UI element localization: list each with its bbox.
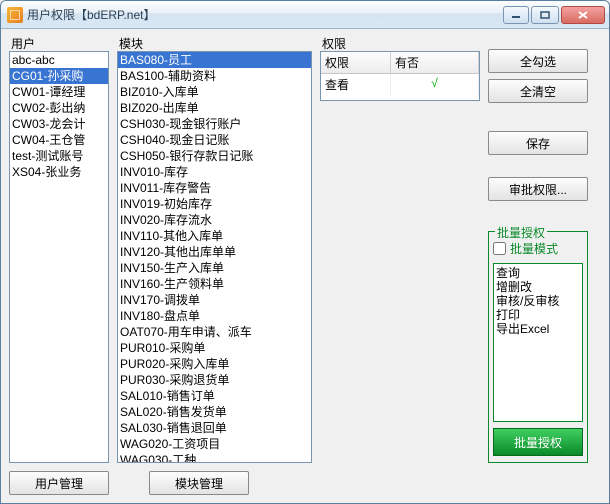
user-item[interactable]: test-测试账号 (10, 148, 108, 164)
module-mgmt-button[interactable]: 模块管理 (149, 471, 249, 495)
module-item[interactable]: BIZ010-入库单 (118, 84, 311, 100)
module-item[interactable]: INV160-生产领料单 (118, 276, 311, 292)
module-item[interactable]: BIZ020-出库单 (118, 100, 311, 116)
user-item[interactable]: CW02-彭出纳 (10, 100, 108, 116)
close-button[interactable] (561, 6, 605, 24)
module-item[interactable]: INV010-库存 (118, 164, 311, 180)
module-item[interactable]: PUR010-采购单 (118, 340, 311, 356)
maximize-button[interactable] (531, 6, 559, 24)
batch-group-title: 批量授权 (495, 224, 547, 241)
user-item[interactable]: XS04-张业务 (10, 164, 108, 180)
user-item[interactable]: abc-abc (10, 52, 108, 68)
permissions-column: 权限 权限 有否 查看 √ (320, 35, 480, 463)
module-item[interactable]: INV180-盘点单 (118, 308, 311, 324)
user-item[interactable]: CG01-孙采购 (10, 68, 108, 84)
module-item[interactable]: CSH040-现金日记账 (118, 132, 311, 148)
app-icon (7, 7, 23, 23)
users-list[interactable]: abc-abcCG01-孙采购CW01-谭经理CW02-彭出纳CW03-龙会计C… (9, 51, 109, 463)
client-area: 用户 abc-abcCG01-孙采购CW01-谭经理CW02-彭出纳CW03-龙… (1, 29, 609, 471)
batch-item[interactable]: 打印 (496, 308, 580, 322)
minimize-button[interactable] (503, 6, 529, 24)
window: 用户权限【bdERP.net】 用户 abc-abcCG01-孙采购CW01-谭… (0, 0, 610, 504)
module-item[interactable]: PUR020-采购入库单 (118, 356, 311, 372)
audit-button[interactable]: 审批权限... (488, 177, 588, 201)
module-item[interactable]: WAG030-工种 (118, 452, 311, 463)
module-item[interactable]: INV019-初始库存 (118, 196, 311, 212)
batch-item[interactable]: 导出Excel (496, 322, 580, 336)
clear-all-button[interactable]: 全清空 (488, 79, 588, 103)
module-item[interactable]: BAS100-辅助资料 (118, 68, 311, 84)
users-header: 用户 (9, 35, 109, 49)
batch-mode-checkbox[interactable]: 批量模式 (493, 240, 583, 257)
user-item[interactable]: CW03-龙会计 (10, 116, 108, 132)
user-item[interactable]: CW01-谭经理 (10, 84, 108, 100)
permissions-table: 权限 有否 查看 √ (320, 51, 480, 101)
module-item[interactable]: CSH030-现金银行账户 (118, 116, 311, 132)
module-item[interactable]: SAL010-销售订单 (118, 388, 311, 404)
window-title: 用户权限【bdERP.net】 (27, 6, 503, 23)
window-buttons (503, 6, 605, 24)
perm-has[interactable]: √ (391, 74, 479, 95)
module-item[interactable]: INV110-其他入库单 (118, 228, 311, 244)
batch-item[interactable]: 审核/反审核 (496, 294, 580, 308)
module-item[interactable]: WAG020-工资项目 (118, 436, 311, 452)
perm-name: 查看 (321, 74, 391, 95)
perm-col-has: 有否 (391, 52, 479, 73)
module-item[interactable]: INV120-其他出库单单 (118, 244, 311, 260)
module-item[interactable]: OAT070-用车申请、派车 (118, 324, 311, 340)
modules-column: 模块 BAS080-员工BAS100-辅助资料BIZ010-入库单BIZ020-… (117, 35, 312, 463)
module-item[interactable]: INV011-库存警告 (118, 180, 311, 196)
batch-mode-input[interactable] (493, 242, 506, 255)
batch-mode-label: 批量模式 (510, 240, 558, 257)
module-item[interactable]: BAS080-员工 (118, 52, 311, 68)
module-item[interactable]: SAL030-销售退回单 (118, 420, 311, 436)
module-item[interactable]: INV150-生产入库单 (118, 260, 311, 276)
save-button[interactable]: 保存 (488, 131, 588, 155)
actions-column: 全勾选 全清空 保存 审批权限... 批量授权 批量模式 查询增删改审核/反审核… (488, 35, 588, 463)
check-icon: √ (431, 76, 438, 90)
module-item[interactable]: CSH050-银行存款日记账 (118, 148, 311, 164)
batch-item[interactable]: 查询 (496, 266, 580, 280)
batch-list[interactable]: 查询增删改审核/反审核打印导出Excel (493, 263, 583, 422)
module-item[interactable]: PUR030-采购退货单 (118, 372, 311, 388)
batch-apply-button[interactable]: 批量授权 (493, 428, 583, 456)
module-item[interactable]: INV020-库存流水 (118, 212, 311, 228)
modules-header: 模块 (117, 35, 312, 49)
perm-table-header: 权限 有否 (321, 52, 479, 74)
titlebar: 用户权限【bdERP.net】 (1, 1, 609, 29)
module-item[interactable]: INV170-调拨单 (118, 292, 311, 308)
perm-col-name: 权限 (321, 52, 391, 73)
batch-item[interactable]: 增删改 (496, 280, 580, 294)
batch-group: 批量授权 批量模式 查询增删改审核/反审核打印导出Excel 批量授权 (488, 231, 588, 463)
check-all-button[interactable]: 全勾选 (488, 49, 588, 73)
perm-row[interactable]: 查看 √ (321, 74, 479, 95)
module-item[interactable]: SAL020-销售发货单 (118, 404, 311, 420)
modules-list[interactable]: BAS080-员工BAS100-辅助资料BIZ010-入库单BIZ020-出库单… (117, 51, 312, 463)
user-item[interactable]: CW04-王仓管 (10, 132, 108, 148)
user-mgmt-button[interactable]: 用户管理 (9, 471, 109, 495)
users-column: 用户 abc-abcCG01-孙采购CW01-谭经理CW02-彭出纳CW03-龙… (9, 35, 109, 463)
permissions-header: 权限 (320, 35, 480, 49)
bottom-buttons: 用户管理 模块管理 (1, 471, 609, 503)
